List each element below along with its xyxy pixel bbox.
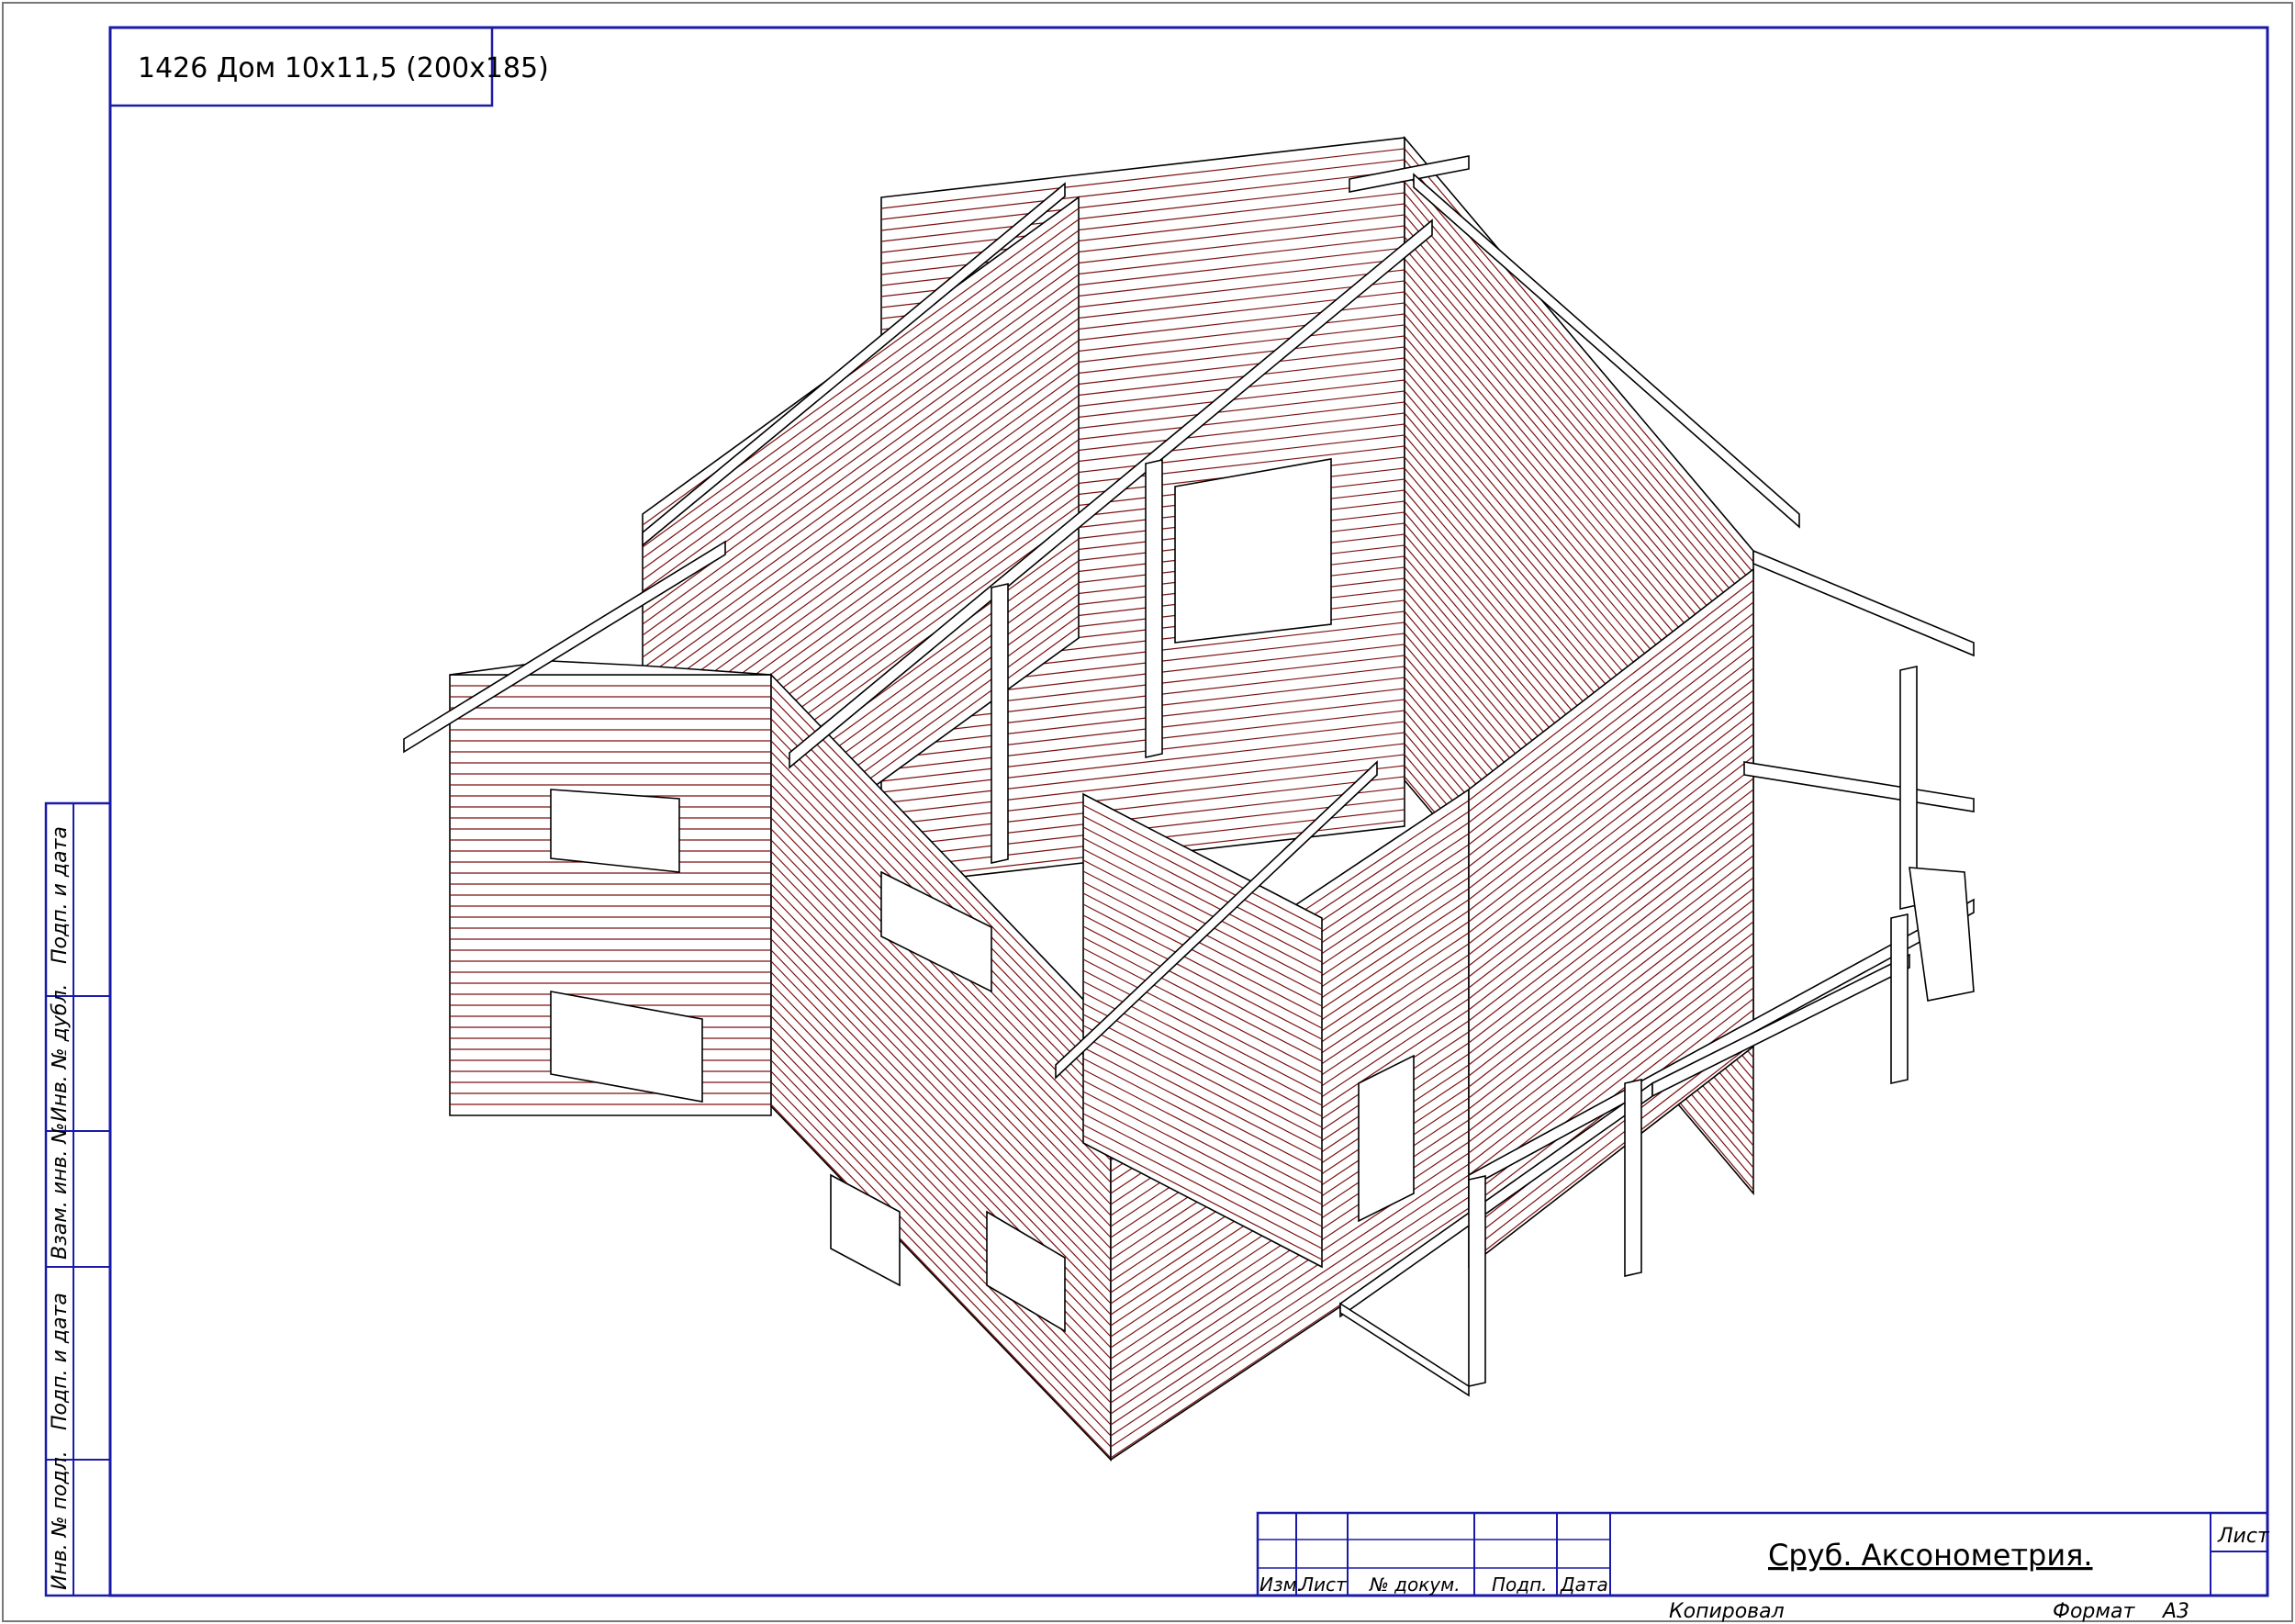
log-house-axonometry xyxy=(403,135,1975,1462)
col-podp: Подп. xyxy=(1492,1574,1548,1596)
col-data: Дата xyxy=(1560,1574,1608,1596)
project-title-box: 1426 Дом 10х11,5 (200х185) xyxy=(108,26,549,107)
copied-by: Копировал xyxy=(1669,1600,1785,1623)
project-title: 1426 Дом 10х11,5 (200х185) xyxy=(138,52,549,84)
terrace-post xyxy=(1890,913,1909,1084)
terrace-beam-side xyxy=(1752,549,1975,657)
side-stamp-cell: Взам. инв. № xyxy=(49,1123,72,1260)
window-opening xyxy=(550,789,680,873)
side-stamp-cell: Подп. и дата xyxy=(49,826,72,964)
interior-post xyxy=(991,583,1009,864)
side-stamp: Подп. и дата Инв. № дубл. Взам. инв. № П… xyxy=(44,801,112,1597)
side-stamp-cell: Инв. № подл. xyxy=(49,1450,72,1590)
title-block: Изм. Лист № докум. Подп. Дата Сруб. Аксо… xyxy=(1256,1511,2270,1623)
window-opening xyxy=(1358,1054,1415,1223)
drawing-title: Сруб. Аксонометрия. xyxy=(1768,1538,2093,1573)
window-opening xyxy=(1174,458,1332,644)
side-stamp-cell: Инв. № дубл. xyxy=(49,983,72,1122)
col-list: Лист xyxy=(1299,1574,1348,1596)
sheet-label: Лист xyxy=(2217,1525,2270,1548)
interior-post xyxy=(1145,459,1163,758)
terrace-step xyxy=(1339,1302,1470,1397)
col-izm: Изм. xyxy=(1259,1574,1303,1596)
drawing-sheet: 1426 Дом 10х11,5 (200х185) Подп. и дата … xyxy=(2,2,2293,1623)
format-label: Формат xyxy=(2053,1600,2135,1623)
terrace-railing xyxy=(1909,867,1975,1002)
terrace-post xyxy=(1624,1079,1642,1277)
side-stamp-cell: Подп. и дата xyxy=(49,1293,72,1430)
terrace-beam-mid xyxy=(1743,761,1975,812)
col-doc: № докум. xyxy=(1369,1574,1461,1596)
format-value: А3 xyxy=(2161,1600,2189,1623)
terrace-post xyxy=(1468,1175,1486,1387)
